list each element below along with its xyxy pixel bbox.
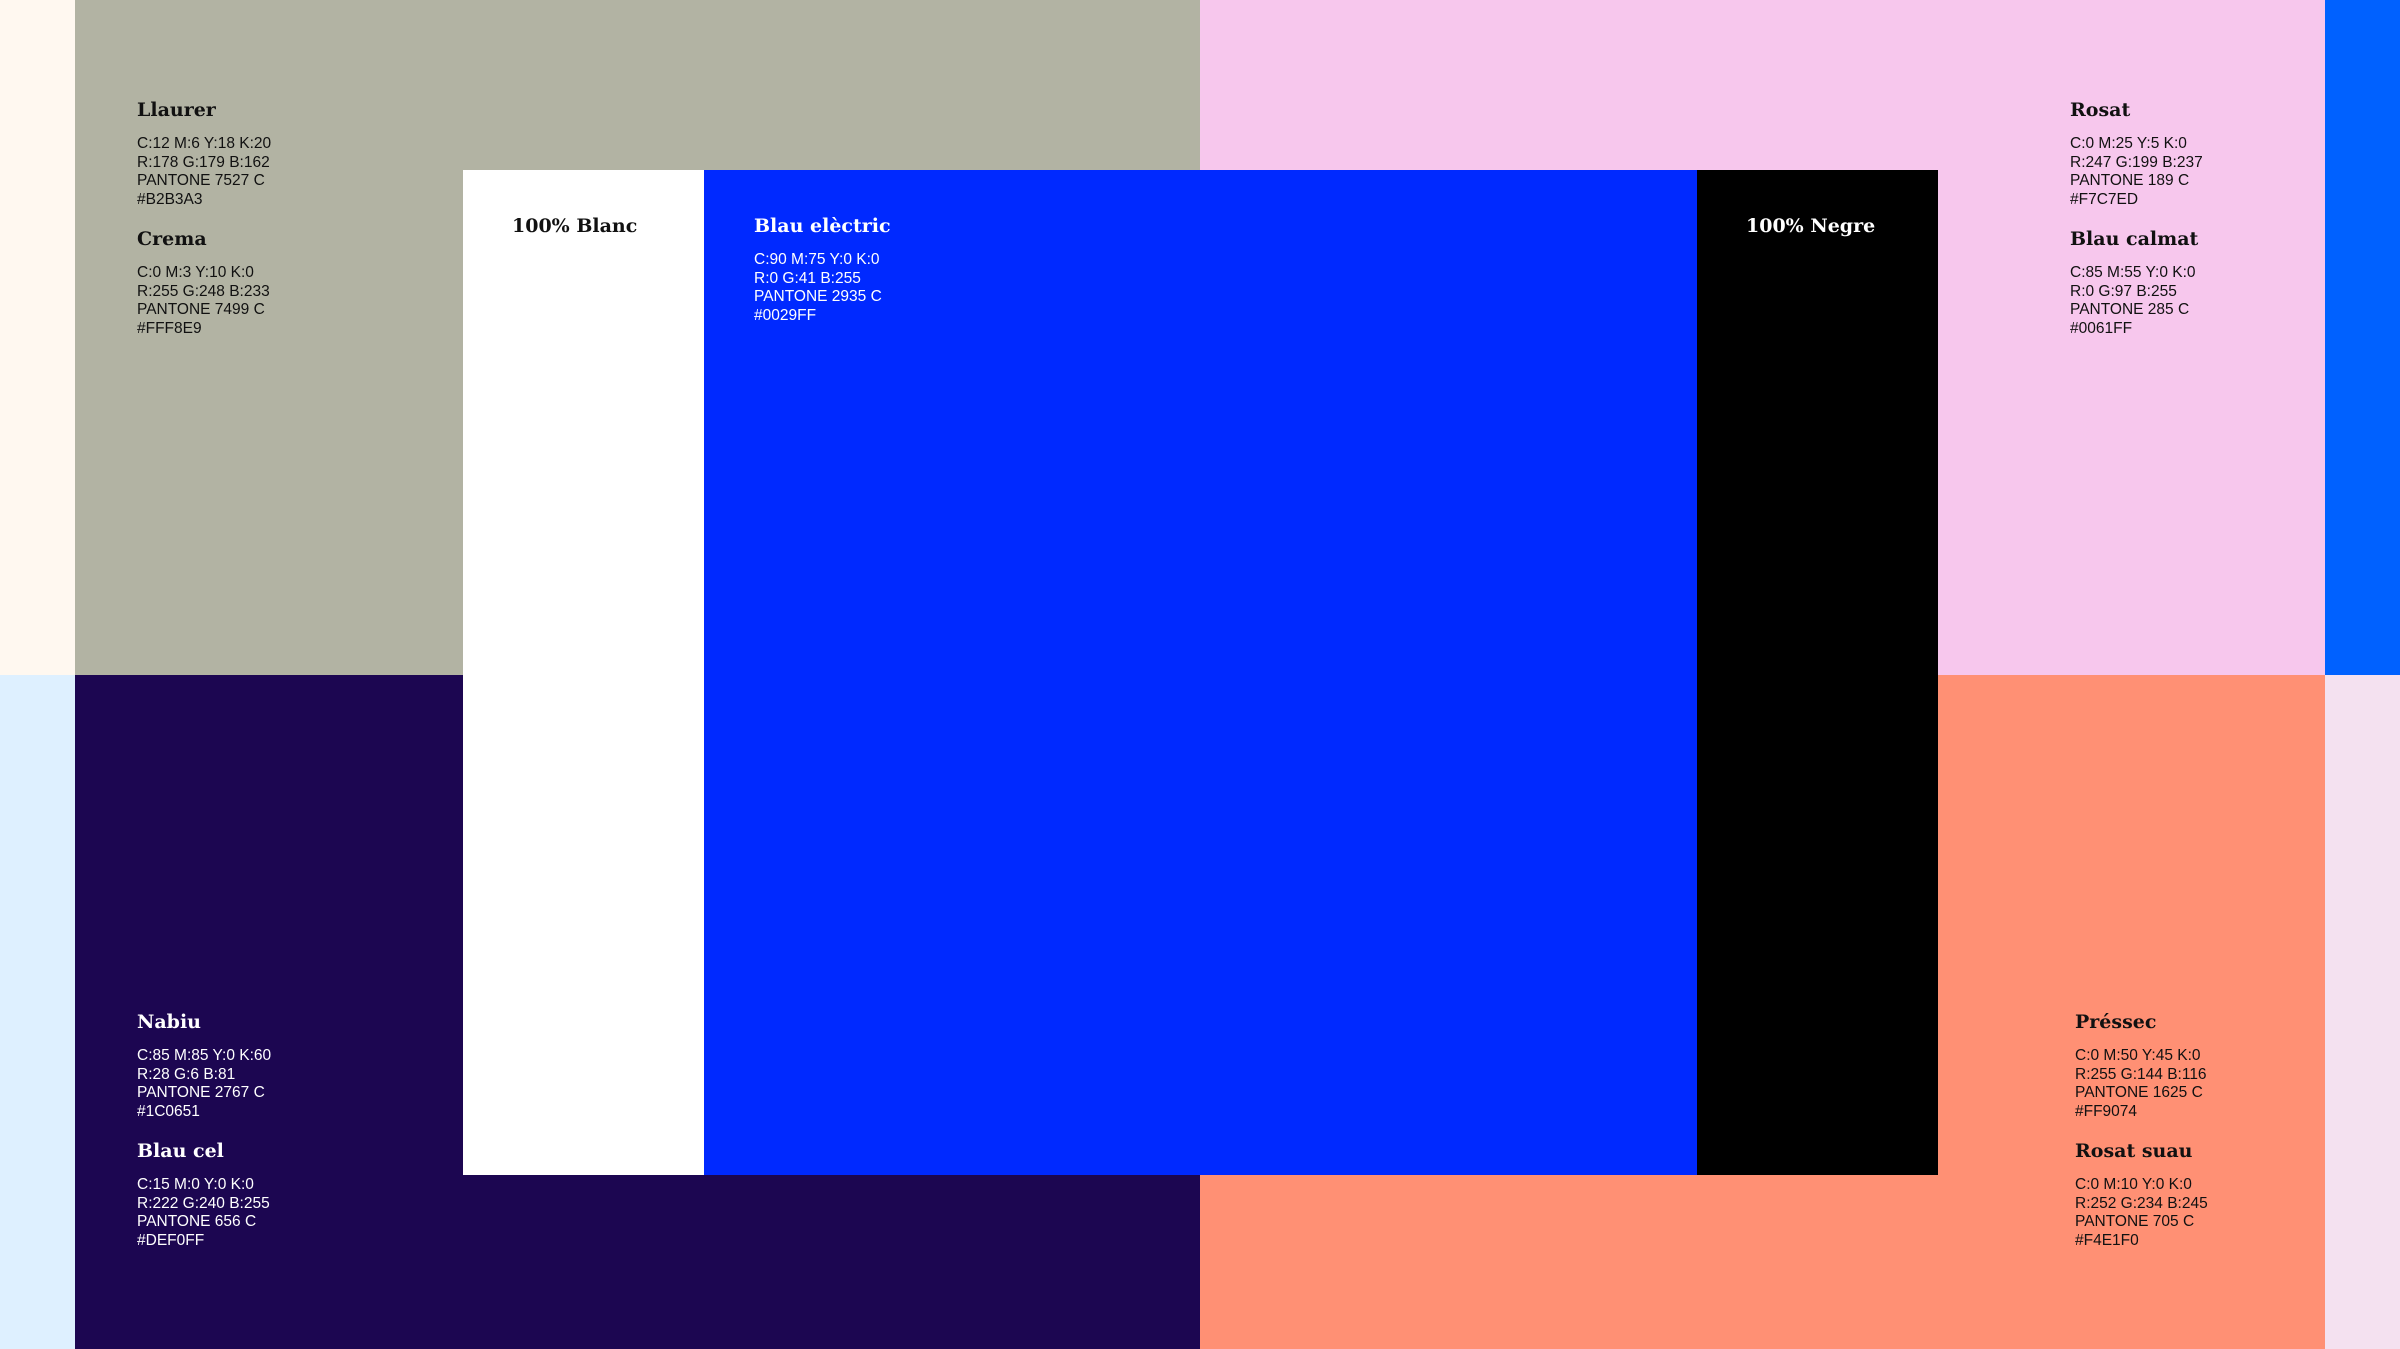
- pantone-value: PANTONE 285 C: [2070, 301, 2190, 318]
- pantone-value: PANTONE 656 C: [137, 1213, 257, 1230]
- rgb-value: R:28 G:6 B:81: [137, 1065, 236, 1083]
- swatch-spec: C:15 M:0 Y:0 K:0 R:222 G:240 B:255 PANTO…: [137, 1176, 270, 1250]
- rgb-value: R:247 G:199 B:237: [2070, 153, 2203, 171]
- hex-value: #FFF8E9: [137, 319, 202, 337]
- rgb-value: R:0 G:41 B:255: [754, 269, 861, 287]
- pantone-value: PANTONE 2767 C: [137, 1084, 265, 1101]
- cmyk-value: C:85 M:85 Y:0 K:60: [137, 1047, 272, 1064]
- pantone-value: PANTONE 189 C: [2070, 172, 2190, 189]
- swatch-spec: C:90 M:75 Y:0 K:0 R:0 G:41 B:255 PANTONE…: [754, 251, 891, 325]
- swatch-spec: C:0 M:3 Y:10 K:0 R:255 G:248 B:233 PANTO…: [137, 264, 270, 338]
- pantone-value: PANTONE 705 C: [2075, 1213, 2195, 1230]
- negre-label: 100% Negre: [1746, 214, 1875, 238]
- hex-value: #FF9074: [2075, 1102, 2138, 1120]
- swatch-name: Rosat: [2070, 99, 2131, 121]
- swatch-name: Rosat suau: [2075, 1140, 2193, 1162]
- blanc-panel: [463, 170, 704, 1175]
- hex-value: #F7C7ED: [2070, 190, 2139, 208]
- blau-calmat-edge-block: [2325, 0, 2400, 675]
- swatch-name: Blau cel: [137, 1140, 224, 1162]
- swatch-spec: C:0 M:10 Y:0 K:0 R:252 G:234 B:245 PANTO…: [2075, 1176, 2208, 1250]
- swatch-name: Blau calmat: [2070, 228, 2199, 250]
- hex-value: #0061FF: [2070, 319, 2133, 337]
- rgb-value: R:0 G:97 B:255: [2070, 282, 2177, 300]
- rgb-value: R:222 G:240 B:255: [137, 1194, 270, 1212]
- swatch-spec: C:0 M:25 Y:5 K:0 R:247 G:199 B:237 PANTO…: [2070, 135, 2203, 209]
- swatch-name: 100% Blanc: [512, 215, 638, 237]
- swatch-name: Llaurer: [137, 99, 216, 121]
- negre-panel: [1697, 170, 1938, 1175]
- pressec-label: Préssec C:0 M:50 Y:45 K:0 R:255 G:144 B:…: [2075, 1010, 2207, 1121]
- swatch-spec: C:12 M:6 Y:18 K:20 R:178 G:179 B:162 PAN…: [137, 135, 271, 209]
- swatch-name: 100% Negre: [1746, 215, 1876, 237]
- blanc-label: 100% Blanc: [512, 214, 637, 238]
- blau-electric-label: Blau elèctric C:90 M:75 Y:0 K:0 R:0 G:41…: [754, 214, 891, 325]
- rgb-value: R:255 G:248 B:233: [137, 282, 270, 300]
- blau-calmat-label: Blau calmat C:85 M:55 Y:0 K:0 R:0 G:97 B…: [2070, 227, 2198, 338]
- color-palette-board: Llaurer C:12 M:6 Y:18 K:20 R:178 G:179 B…: [0, 0, 2400, 1349]
- swatch-name: Blau elèctric: [754, 215, 891, 237]
- crema-edge-block: [0, 0, 75, 675]
- hex-value: #DEF0FF: [137, 1231, 205, 1249]
- blau-cel-label: Blau cel C:15 M:0 Y:0 K:0 R:222 G:240 B:…: [137, 1139, 270, 1250]
- pantone-value: PANTONE 7527 C: [137, 172, 265, 189]
- rosat-suau-label: Rosat suau C:0 M:10 Y:0 K:0 R:252 G:234 …: [2075, 1139, 2208, 1250]
- rgb-value: R:255 G:144 B:116: [2075, 1065, 2207, 1083]
- llaurer-label: Llaurer C:12 M:6 Y:18 K:20 R:178 G:179 B…: [137, 98, 271, 209]
- cmyk-value: C:90 M:75 Y:0 K:0: [754, 251, 880, 268]
- cmyk-value: C:0 M:25 Y:5 K:0: [2070, 135, 2187, 152]
- cmyk-value: C:0 M:10 Y:0 K:0: [2075, 1176, 2192, 1193]
- swatch-name: Préssec: [2075, 1011, 2157, 1033]
- blau-cel-edge-block: [0, 675, 75, 1349]
- swatch-spec: C:85 M:55 Y:0 K:0 R:0 G:97 B:255 PANTONE…: [2070, 264, 2198, 338]
- cmyk-value: C:85 M:55 Y:0 K:0: [2070, 264, 2196, 281]
- rgb-value: R:178 G:179 B:162: [137, 153, 270, 171]
- rgb-value: R:252 G:234 B:245: [2075, 1194, 2208, 1212]
- pantone-value: PANTONE 1625 C: [2075, 1084, 2203, 1101]
- swatch-spec: C:85 M:85 Y:0 K:60 R:28 G:6 B:81 PANTONE…: [137, 1047, 271, 1121]
- swatch-name: Crema: [137, 228, 207, 250]
- rosat-label: Rosat C:0 M:25 Y:5 K:0 R:247 G:199 B:237…: [2070, 98, 2203, 209]
- nabiu-label: Nabiu C:85 M:85 Y:0 K:60 R:28 G:6 B:81 P…: [137, 1010, 271, 1121]
- pantone-value: PANTONE 2935 C: [754, 288, 882, 305]
- hex-value: #F4E1F0: [2075, 1231, 2139, 1249]
- cmyk-value: C:0 M:50 Y:45 K:0: [2075, 1047, 2201, 1064]
- pantone-value: PANTONE 7499 C: [137, 301, 265, 318]
- cmyk-value: C:15 M:0 Y:0 K:0: [137, 1176, 254, 1193]
- rosat-suau-edge-block: [2325, 675, 2400, 1349]
- crema-label: Crema C:0 M:3 Y:10 K:0 R:255 G:248 B:233…: [137, 227, 270, 338]
- hex-value: #B2B3A3: [137, 190, 203, 208]
- swatch-name: Nabiu: [137, 1011, 201, 1033]
- cmyk-value: C:12 M:6 Y:18 K:20: [137, 135, 272, 152]
- hex-value: #1C0651: [137, 1102, 200, 1120]
- hex-value: #0029FF: [754, 306, 817, 324]
- swatch-spec: C:0 M:50 Y:45 K:0 R:255 G:144 B:116 PANT…: [2075, 1047, 2207, 1121]
- cmyk-value: C:0 M:3 Y:10 K:0: [137, 264, 254, 281]
